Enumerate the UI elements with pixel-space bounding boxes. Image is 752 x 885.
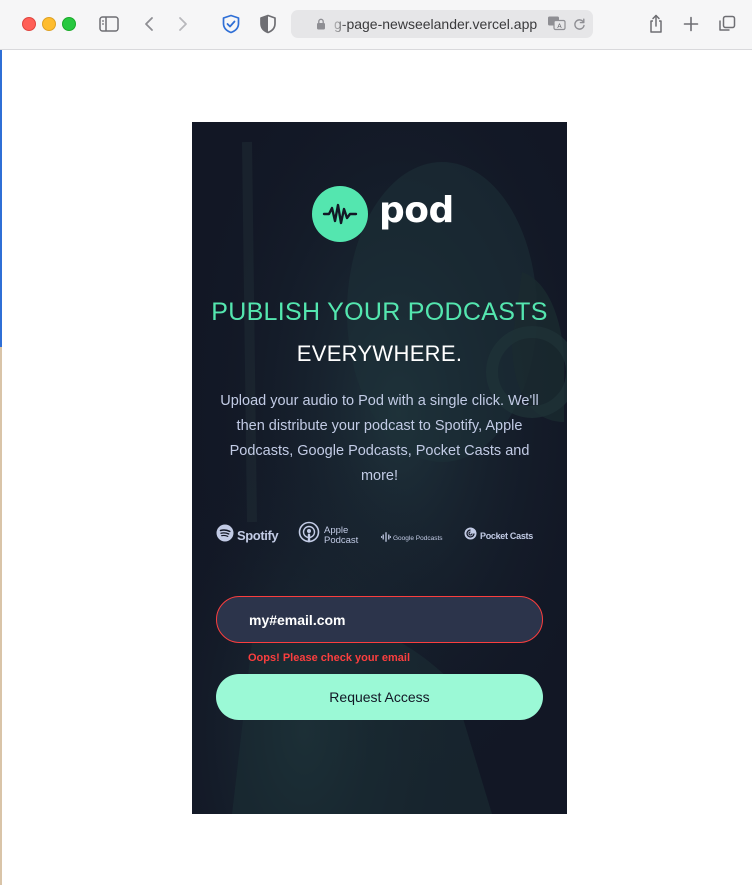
- apple-podcast-icon: [298, 521, 320, 550]
- desktop-edge: [0, 347, 2, 885]
- brand-label: Pocket Casts: [480, 531, 533, 541]
- description-text: Upload your audio to Pod with a single c…: [220, 393, 539, 484]
- email-error-message: Oops! Please check your email: [248, 652, 411, 664]
- email-field[interactable]: [216, 596, 543, 643]
- pocket-casts-icon: [464, 527, 477, 545]
- pod-logo: pod: [312, 186, 454, 242]
- spotify-icon: [216, 524, 234, 547]
- back-icon[interactable]: [138, 13, 160, 35]
- translate-icon[interactable]: A: [547, 13, 567, 33]
- zoom-window-button[interactable]: [62, 17, 76, 31]
- google-podcasts-icon: [381, 529, 391, 547]
- brand-spotify: Spotify: [216, 524, 279, 547]
- platform-logos: Spotify Apple Podcast Google Podcasts Po…: [216, 521, 546, 547]
- address-bar[interactable]: g-page-newseelander.vercel.app A: [291, 10, 593, 38]
- tabs-overview-icon[interactable]: [716, 13, 738, 35]
- share-icon[interactable]: [645, 13, 667, 35]
- brand-label: Google Podcasts: [393, 534, 443, 542]
- sidebar-icon[interactable]: [98, 13, 120, 35]
- url-text: g-page-newseelander.vercel.app: [334, 16, 538, 32]
- logo-wordmark: pod: [379, 190, 454, 231]
- brand-pocket-casts: Pocket Casts: [464, 527, 533, 545]
- new-tab-icon[interactable]: [680, 13, 702, 35]
- shield-check-icon[interactable]: [220, 13, 242, 35]
- minimize-window-button[interactable]: [42, 17, 56, 31]
- request-access-button[interactable]: Request Access: [216, 674, 543, 720]
- url-fade: [325, 14, 347, 34]
- brand-google-podcasts: Google Podcasts: [381, 529, 443, 547]
- waveform-icon: [312, 186, 368, 242]
- headline-secondary: EVERYWHERE.: [296, 341, 463, 366]
- brand-label: Spotify: [237, 528, 279, 543]
- browser-toolbar: g-page-newseelander.vercel.app A: [0, 0, 752, 50]
- landing-page: pod PUBLISH YOUR PODCASTS EVERYWHERE. Up…: [192, 122, 567, 814]
- brand-label: Apple Podcast: [324, 525, 359, 546]
- headline-primary: PUBLISH YOUR PODCASTS: [211, 298, 548, 326]
- close-window-button[interactable]: [22, 17, 36, 31]
- forward-icon[interactable]: [172, 13, 194, 35]
- brand-apple-podcast: Apple Podcast: [298, 521, 364, 550]
- reload-icon[interactable]: [571, 14, 587, 34]
- window-edge: [0, 50, 2, 347]
- svg-text:A: A: [557, 22, 562, 30]
- privacy-shield-icon[interactable]: [257, 13, 279, 35]
